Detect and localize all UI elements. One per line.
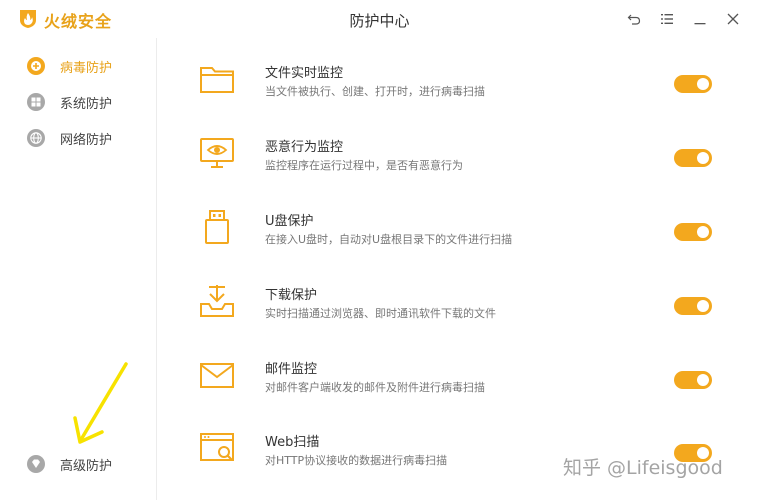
toggle-knob xyxy=(697,300,709,312)
sidebar-item-virus-protection[interactable]: 病毒防护 xyxy=(26,54,112,78)
download-icon xyxy=(200,285,234,317)
minimize-icon xyxy=(694,23,706,25)
toggle-knob xyxy=(697,152,709,164)
title-bar: 火绒安全 防护中心 xyxy=(0,0,759,38)
sidebar-item-label: 网络防护 xyxy=(60,132,113,148)
feature-description: 监控程序在运行过程中，是否有恶意行为 xyxy=(265,159,463,172)
feature-row-usb-protection: U盘保护 在接入U盘时，自动对U盘根目录下的文件进行扫描 xyxy=(198,208,728,272)
behavior-monitor-toggle[interactable] xyxy=(674,149,712,167)
feature-title: Web扫描 xyxy=(265,435,320,450)
back-button[interactable] xyxy=(623,8,645,30)
toggle-knob xyxy=(697,374,709,386)
diamond-icon xyxy=(27,455,45,473)
mail-icon xyxy=(200,363,234,388)
toggle-knob xyxy=(697,78,709,90)
feature-description: 实时扫描通过浏览器、即时通讯软件下载的文件 xyxy=(265,307,496,320)
download-protection-toggle[interactable] xyxy=(674,297,712,315)
feature-description: 对邮件客户端收发的邮件及附件进行病毒扫描 xyxy=(265,381,485,394)
feature-title: 文件实时监控 xyxy=(265,66,344,81)
folder-icon xyxy=(200,67,234,93)
window-title: 防护中心 xyxy=(349,12,410,30)
sidebar-item-label: 病毒防护 xyxy=(60,60,113,76)
watermark: 知乎 @Lifeisgood xyxy=(563,457,723,479)
feature-description: 当文件被执行、创建、打开时，进行病毒扫描 xyxy=(265,85,485,98)
feature-row-file-monitor: 文件实时监控 当文件被执行、创建、打开时，进行病毒扫描 xyxy=(198,60,728,124)
file-monitor-toggle[interactable] xyxy=(674,75,712,93)
sidebar-item-label: 高级防护 xyxy=(60,458,113,474)
back-icon xyxy=(627,14,641,25)
feature-description: 对HTTP协议接收的数据进行病毒扫描 xyxy=(265,454,448,467)
usb-protection-toggle[interactable] xyxy=(674,223,712,241)
globe-icon xyxy=(27,129,45,147)
annotation-arrow-icon xyxy=(73,362,128,444)
windows-icon xyxy=(27,93,45,111)
mail-monitor-toggle[interactable] xyxy=(674,371,712,389)
huorong-logo-icon xyxy=(20,10,36,28)
monitor-eye-icon xyxy=(200,138,234,168)
feature-title: 下载保护 xyxy=(265,288,318,303)
sidebar-item-network-protection[interactable]: 网络防护 xyxy=(26,126,112,150)
usb-icon xyxy=(205,210,229,244)
web-scan-icon xyxy=(200,433,234,461)
close-button[interactable] xyxy=(722,8,744,30)
feature-title: 恶意行为监控 xyxy=(265,140,344,155)
minimize-button[interactable] xyxy=(689,8,711,30)
close-icon xyxy=(727,13,739,25)
feature-row-behavior-monitor: 恶意行为监控 监控程序在运行过程中，是否有恶意行为 xyxy=(198,134,728,198)
toggle-knob xyxy=(697,226,709,238)
virus-shield-icon xyxy=(27,57,45,75)
feature-description: 在接入U盘时，自动对U盘根目录下的文件进行扫描 xyxy=(265,233,513,246)
sidebar-item-advanced-protection[interactable]: 高级防护 xyxy=(26,452,112,476)
feature-row-download-protection: 下载保护 实时扫描通过浏览器、即时通讯软件下载的文件 xyxy=(198,282,728,346)
menu-button[interactable] xyxy=(656,8,678,30)
sidebar-item-label: 系统防护 xyxy=(60,96,113,112)
sidebar-item-system-protection[interactable]: 系统防护 xyxy=(26,90,112,114)
feature-title: U盘保护 xyxy=(265,214,314,229)
menu-icon xyxy=(661,14,673,24)
feature-title: 邮件监控 xyxy=(265,362,318,377)
feature-row-mail-monitor: 邮件监控 对邮件客户端收发的邮件及附件进行病毒扫描 xyxy=(198,356,728,420)
brand-name: 火绒安全 xyxy=(44,12,113,31)
